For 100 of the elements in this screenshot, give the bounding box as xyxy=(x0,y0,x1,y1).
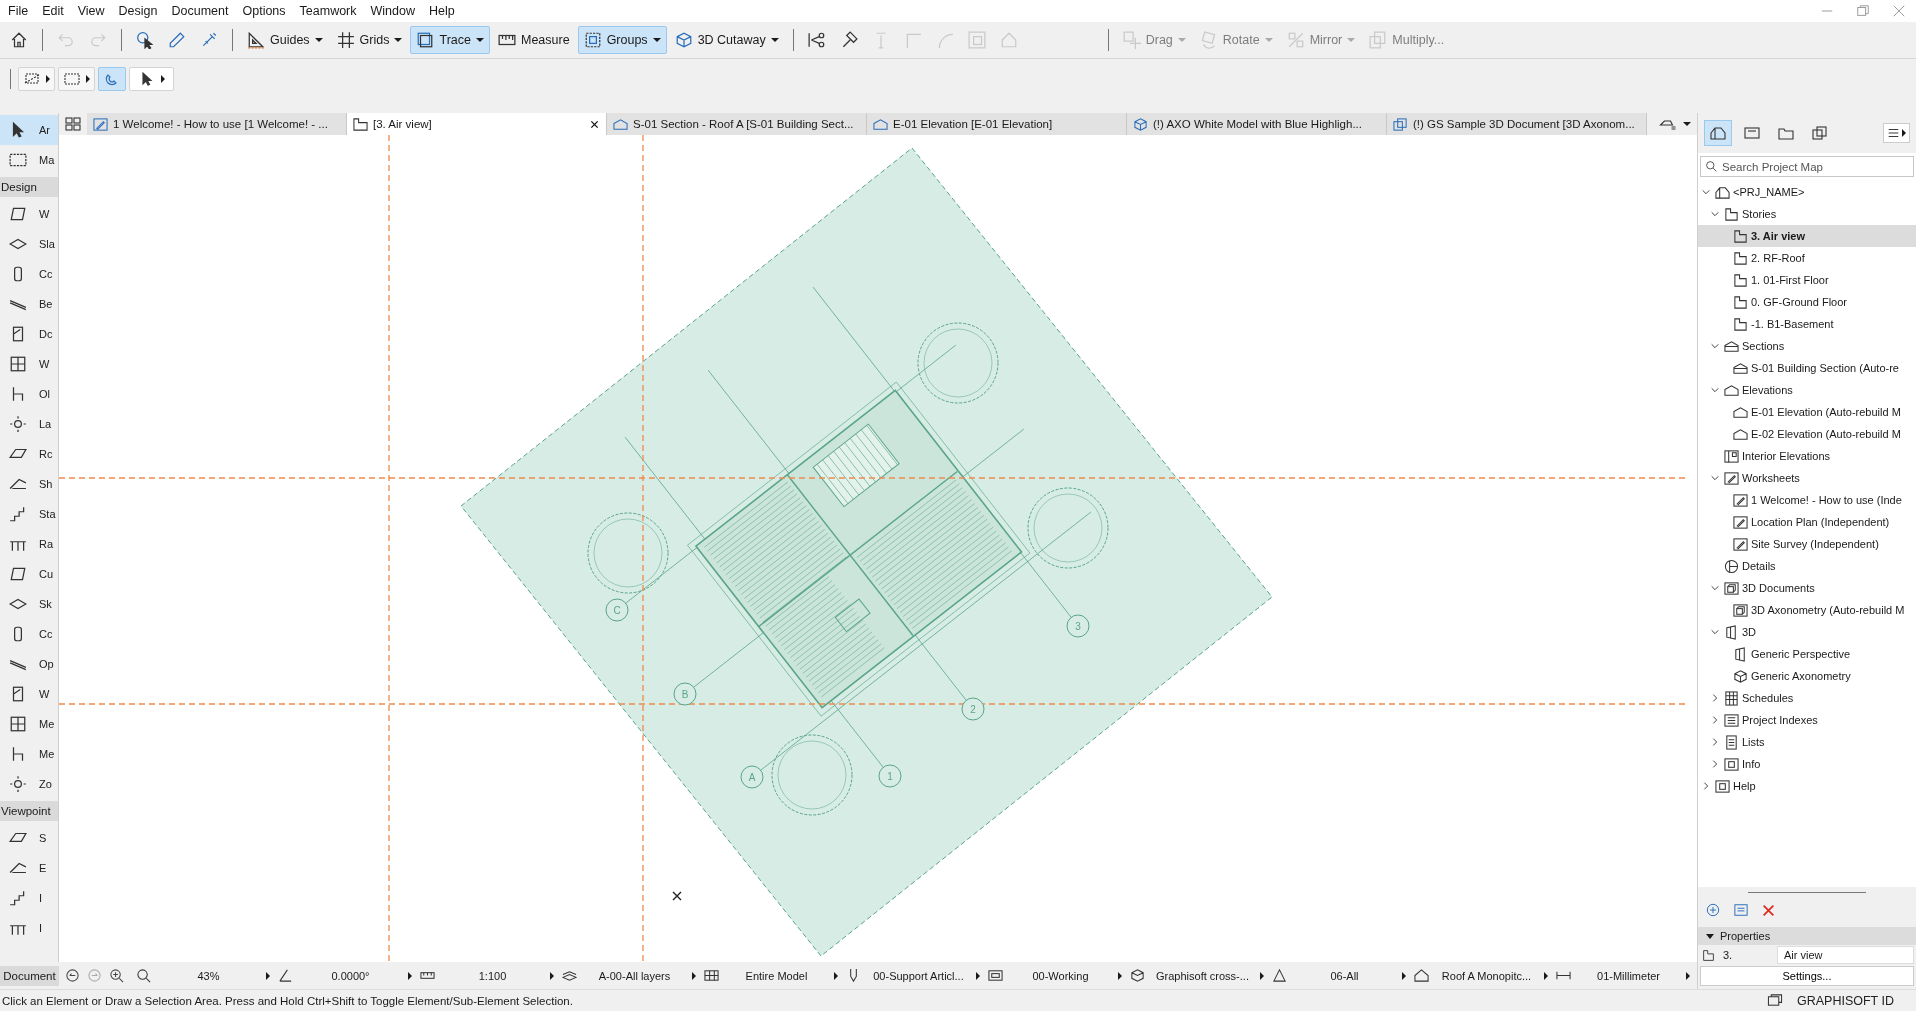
toolbar-button[interactable]: Trace xyxy=(410,26,490,54)
tree-item[interactable]: 3D xyxy=(1698,621,1916,643)
view-setting-dropdown[interactable]: 1:100 xyxy=(416,965,558,986)
tool-item[interactable]: La xyxy=(0,409,58,439)
tool-item[interactable]: Me xyxy=(0,709,58,739)
tree-item[interactable]: 0. GF-Ground Floor xyxy=(1698,291,1916,313)
tool-item[interactable]: Be xyxy=(0,289,58,319)
tree-item[interactable]: <PRJ_NAME> xyxy=(1698,181,1916,203)
tool-item[interactable]: Rc xyxy=(0,439,58,469)
document-tab[interactable]: S-01 Section - Roof A [S-01 Building Sect... xyxy=(607,113,867,135)
tool-item[interactable]: I xyxy=(0,913,58,943)
tool-item[interactable]: Ol xyxy=(0,379,58,409)
view-setting-dropdown[interactable]: 06-All xyxy=(1268,965,1410,986)
windows-icon[interactable] xyxy=(1767,993,1783,1008)
tree-item[interactable]: 2. RF-Roof xyxy=(1698,247,1916,269)
document-tab[interactable]: [3. Air view] xyxy=(347,113,607,135)
tree-item[interactable]: Sections xyxy=(1698,335,1916,357)
guide-line[interactable] xyxy=(59,703,1686,705)
tree-item[interactable]: 1. 01-First Floor xyxy=(1698,269,1916,291)
chevron-down-icon[interactable] xyxy=(1710,473,1720,483)
tree-item[interactable]: 1 Welcome! - How to use (Inde xyxy=(1698,489,1916,511)
view-tab[interactable] xyxy=(1704,120,1732,146)
view-setting-dropdown[interactable]: 43% xyxy=(132,965,274,986)
tree-item[interactable]: -1. B1-Basement xyxy=(1698,313,1916,335)
zoom-forward-icon[interactable] xyxy=(87,968,102,983)
tree-item[interactable]: 3. Air view xyxy=(1698,225,1916,247)
view-setting-dropdown[interactable]: Roof A Monopitc... xyxy=(1410,965,1552,986)
menu-item[interactable]: Edit xyxy=(36,2,72,20)
tool-item[interactable]: Dc xyxy=(0,319,58,349)
tree-item[interactable]: Info xyxy=(1698,753,1916,775)
view-setting-dropdown[interactable]: Entire Model xyxy=(700,965,842,986)
tool-item[interactable]: Sk xyxy=(0,589,58,619)
grid-view-icon[interactable] xyxy=(65,116,81,132)
toolbar-button[interactable] xyxy=(18,67,55,91)
toolbar-button[interactable]: Groups xyxy=(577,26,667,54)
tool-item[interactable]: S xyxy=(0,823,58,853)
tree-item[interactable]: Elevations xyxy=(1698,379,1916,401)
guide-line[interactable] xyxy=(642,135,644,962)
tree-item[interactable]: Location Plan (Independent) xyxy=(1698,511,1916,533)
document-tab[interactable]: (!) AXO White Model with Blue Highligh... xyxy=(1127,113,1387,135)
view-setting-dropdown[interactable]: 0.0000° xyxy=(274,965,416,986)
menu-item[interactable]: Document xyxy=(165,2,237,20)
tree-item[interactable]: 3D Axonometry (Auto-rebuild M xyxy=(1698,599,1916,621)
zoom-in-icon[interactable] xyxy=(109,968,124,983)
tool-item[interactable]: Ar xyxy=(0,115,58,145)
tree-item[interactable]: E-01 Elevation (Auto-rebuild M xyxy=(1698,401,1916,423)
menu-item[interactable]: Teamwork xyxy=(293,2,365,20)
chevron-down-icon[interactable] xyxy=(1710,385,1720,395)
toolbar-button[interactable]: Guides xyxy=(241,26,329,54)
tree-item[interactable]: Interior Elevations xyxy=(1698,445,1916,467)
chevron-right-icon[interactable] xyxy=(1710,737,1720,747)
tree-item[interactable]: E-02 Elevation (Auto-rebuild M xyxy=(1698,423,1916,445)
tool-item[interactable]: Sla xyxy=(0,229,58,259)
tool-item[interactable]: W xyxy=(0,199,58,229)
tool-item[interactable]: I xyxy=(0,883,58,913)
menu-item[interactable]: File xyxy=(2,2,37,20)
tree-item[interactable]: Worksheets xyxy=(1698,467,1916,489)
chevron-down-icon[interactable] xyxy=(1701,187,1711,197)
tree-item[interactable]: Site Survey (Independent) xyxy=(1698,533,1916,555)
chevron-right-icon[interactable] xyxy=(1710,715,1720,725)
view-setting-dropdown[interactable]: 00-Working xyxy=(984,965,1126,986)
view-setting-dropdown[interactable]: 01-Millimeter xyxy=(1552,965,1694,986)
tool-item[interactable]: Ra xyxy=(0,529,58,559)
delete-icon[interactable] xyxy=(1762,903,1775,917)
tool-item[interactable]: Sta xyxy=(0,499,58,529)
document-tab[interactable]: E-01 Elevation [E-01 Elevation] xyxy=(867,113,1127,135)
chevron-right-icon[interactable] xyxy=(1710,693,1720,703)
settings-button[interactable]: Settings... xyxy=(1700,966,1914,986)
chevron-down-icon[interactable] xyxy=(1710,209,1720,219)
tool-item[interactable]: Zo xyxy=(0,769,58,799)
document-tab[interactable]: (!) GS Sample 3D Document [3D Axonom... xyxy=(1387,113,1647,135)
menu-item[interactable]: View xyxy=(71,2,113,20)
zoom-back-icon[interactable] xyxy=(65,968,80,983)
name-field[interactable]: Air view xyxy=(1777,946,1914,964)
tool-item[interactable]: Cc xyxy=(0,259,58,289)
tool-item[interactable]: W xyxy=(0,349,58,379)
tool-item[interactable]: Op xyxy=(0,649,58,679)
tree-item[interactable]: Generic Perspective xyxy=(1698,643,1916,665)
properties-header[interactable]: Properties xyxy=(1698,927,1916,945)
toolbar-button[interactable] xyxy=(129,67,174,91)
tool-item[interactable]: E xyxy=(0,853,58,883)
toolbar-button[interactable]: Measure xyxy=(492,26,576,54)
tool-item[interactable]: Me xyxy=(0,739,58,769)
menu-item[interactable]: Design xyxy=(112,2,166,20)
tool-item[interactable]: Cu xyxy=(0,559,58,589)
search-field[interactable]: Search Project Map xyxy=(1700,156,1914,177)
tree-item[interactable]: 3D Documents xyxy=(1698,577,1916,599)
guide-line[interactable] xyxy=(59,477,1686,479)
tool-item[interactable]: W xyxy=(0,679,58,709)
tree-item[interactable]: S-01 Building Section (Auto-re xyxy=(1698,357,1916,379)
tree-item[interactable]: Help xyxy=(1698,775,1916,797)
chevron-right-icon[interactable] xyxy=(1710,759,1720,769)
tool-item[interactable]: Sh xyxy=(0,469,58,499)
tool-item[interactable]: Ma xyxy=(0,145,58,175)
chevron-down-icon[interactable] xyxy=(1710,583,1720,593)
menu-item[interactable]: Options xyxy=(236,2,294,20)
tree-item[interactable]: Stories xyxy=(1698,203,1916,225)
tool-item[interactable]: Cc xyxy=(0,619,58,649)
chevron-down-icon[interactable] xyxy=(1710,627,1720,637)
account-link[interactable]: GRAPHISOFT ID xyxy=(1797,993,1894,1008)
